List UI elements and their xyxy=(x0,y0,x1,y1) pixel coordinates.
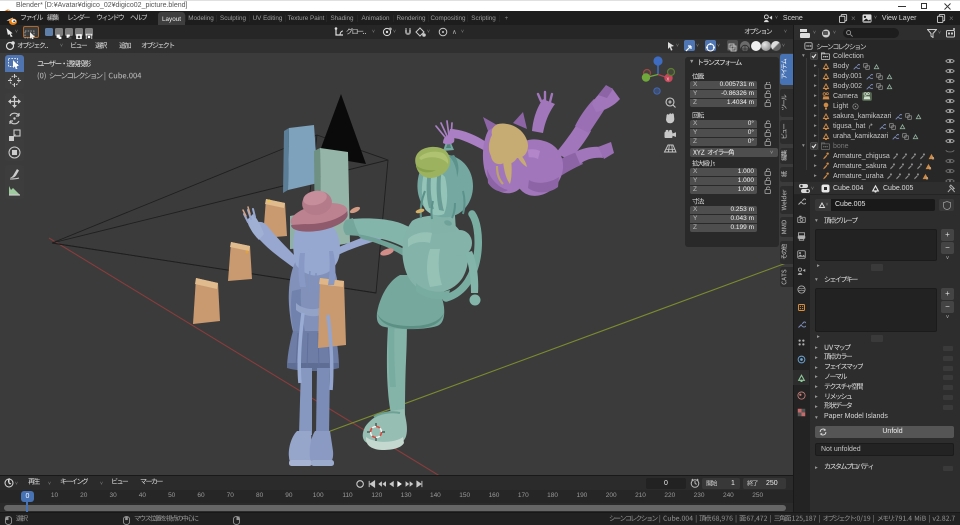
svg-text:2: 2 xyxy=(929,166,931,170)
svg-text:x: x xyxy=(667,77,670,83)
svg-text:2: 2 xyxy=(926,176,928,180)
svg-text:2: 2 xyxy=(932,156,934,160)
